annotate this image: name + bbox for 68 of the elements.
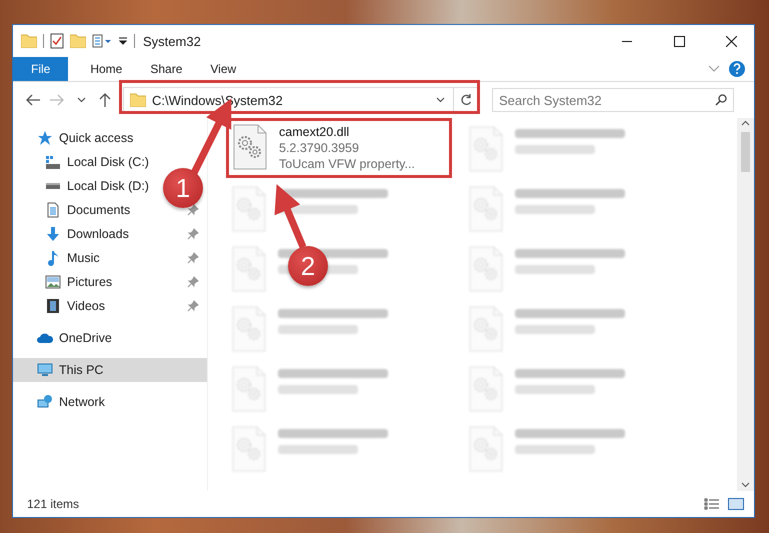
- step-number: 1: [163, 168, 203, 208]
- details-view-icon[interactable]: [704, 498, 720, 510]
- up-arrow-icon: [99, 93, 111, 107]
- scrollbar[interactable]: [737, 118, 754, 491]
- nav-item[interactable]: Quick access: [13, 126, 207, 150]
- step-number: 2: [288, 246, 328, 286]
- file-menu-tab[interactable]: File: [13, 57, 68, 81]
- dropdown-icon[interactable]: [436, 97, 445, 103]
- gear-file-icon: [469, 246, 503, 292]
- pointer-arrow: [274, 184, 306, 248]
- gear-file-icon: [469, 426, 503, 472]
- ribbon-tab[interactable]: Home: [76, 57, 136, 81]
- scrollbar-thumb[interactable]: [741, 132, 750, 172]
- back-arrow-icon: [26, 94, 40, 106]
- gear-file-icon: [232, 246, 266, 292]
- pin-icon[interactable]: [187, 204, 199, 216]
- file-item[interactable]: camext20.dll 5.2.3790.3959 ToUcam VFW property...: [229, 122, 419, 174]
- gear-file-icon: [469, 126, 503, 172]
- network-icon: [37, 394, 53, 410]
- nav-item[interactable]: Network: [13, 390, 207, 414]
- gear-file-icon: [469, 366, 503, 412]
- folder-icon: [130, 93, 146, 107]
- item-count: 121 items: [27, 497, 80, 511]
- nav-item[interactable]: Music: [13, 246, 207, 270]
- nav-item[interactable]: This PC: [13, 358, 207, 382]
- drive-icon: [45, 183, 61, 189]
- minimize-icon: [622, 40, 632, 42]
- pin-icon[interactable]: [187, 228, 199, 240]
- download-icon: [45, 226, 61, 242]
- window-title: System32: [143, 34, 202, 48]
- dropdown-icon[interactable]: [118, 36, 128, 46]
- pin-icon[interactable]: [187, 276, 199, 288]
- ribbon-tab[interactable]: View: [196, 57, 250, 81]
- gear-file-icon: [469, 186, 503, 232]
- close-icon: [726, 36, 736, 46]
- computer-icon: [37, 362, 53, 378]
- gear-file-icon: [232, 366, 266, 412]
- forward-arrow-icon: [50, 94, 64, 106]
- nav-item[interactable]: Pictures: [13, 270, 207, 294]
- drive-icon: [45, 156, 61, 168]
- music-note-icon: [45, 250, 61, 266]
- document-icon: [45, 202, 61, 218]
- gear-file-icon: [469, 306, 503, 352]
- nav-item[interactable]: Videos: [13, 294, 207, 318]
- nav-item[interactable]: Downloads: [13, 222, 207, 246]
- address-bar[interactable]: C:\Windows\System32: [123, 87, 478, 113]
- gear-file-icon: [233, 124, 267, 170]
- pin-icon[interactable]: [187, 252, 199, 264]
- caret-icon: [76, 97, 86, 103]
- gear-file-icon: [232, 306, 266, 352]
- nav-item[interactable]: Local Disk (D:): [13, 174, 157, 198]
- star-icon: [37, 130, 53, 146]
- pin-icon[interactable]: [187, 300, 199, 312]
- maximize-icon: [674, 36, 684, 46]
- checklist-icon[interactable]: [50, 33, 64, 49]
- properties-icon[interactable]: [92, 34, 112, 48]
- refresh-icon: [460, 94, 472, 106]
- search-icon[interactable]: [715, 94, 727, 106]
- film-icon: [45, 298, 61, 314]
- gear-file-icon: [232, 186, 266, 232]
- large-icons-view-icon[interactable]: [728, 498, 744, 510]
- gear-file-icon: [232, 426, 266, 472]
- nav-item[interactable]: Local Disk (C:): [13, 150, 157, 174]
- ribbon-tab[interactable]: Share: [136, 57, 196, 81]
- search-field[interactable]: Search System32: [499, 92, 715, 108]
- nav-item[interactable]: OneDrive: [13, 326, 207, 350]
- search-box[interactable]: Search System32: [492, 88, 734, 112]
- picture-icon: [45, 274, 61, 290]
